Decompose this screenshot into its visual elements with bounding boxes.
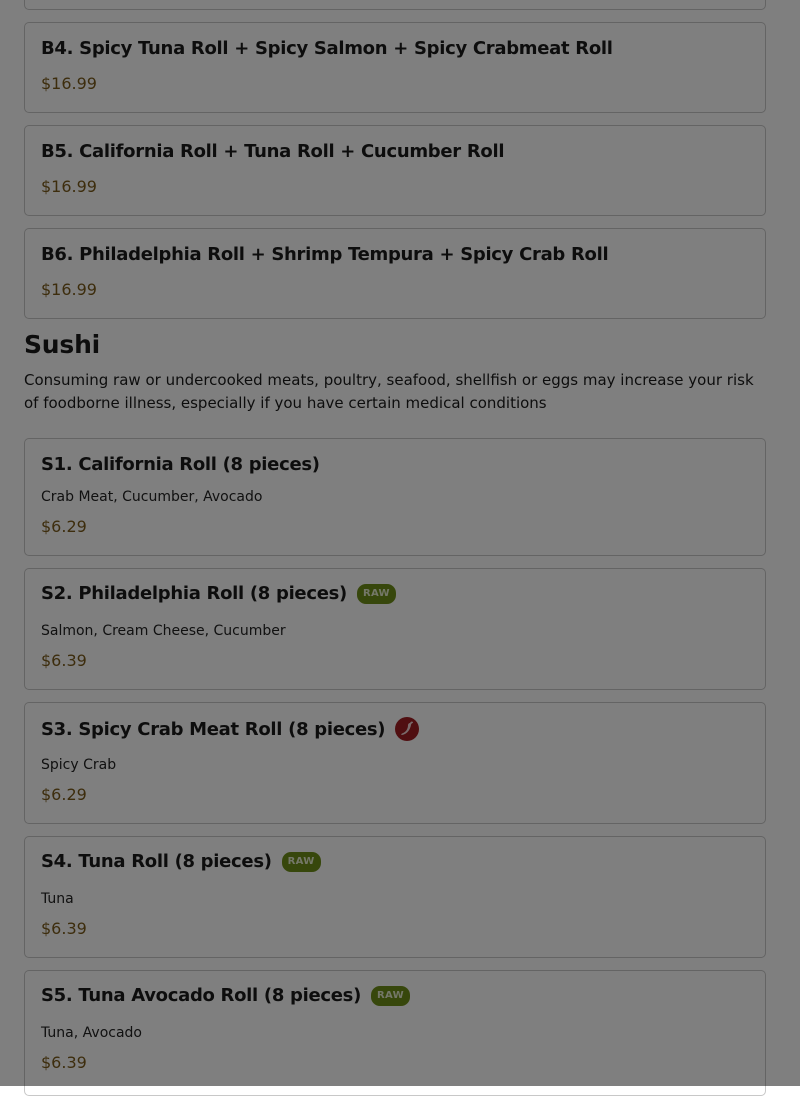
menu-page: B4. Spicy Tuna Roll + Spicy Salmon + Spi…: [0, 0, 800, 1096]
modal-backdrop[interactable]: [0, 0, 800, 1086]
